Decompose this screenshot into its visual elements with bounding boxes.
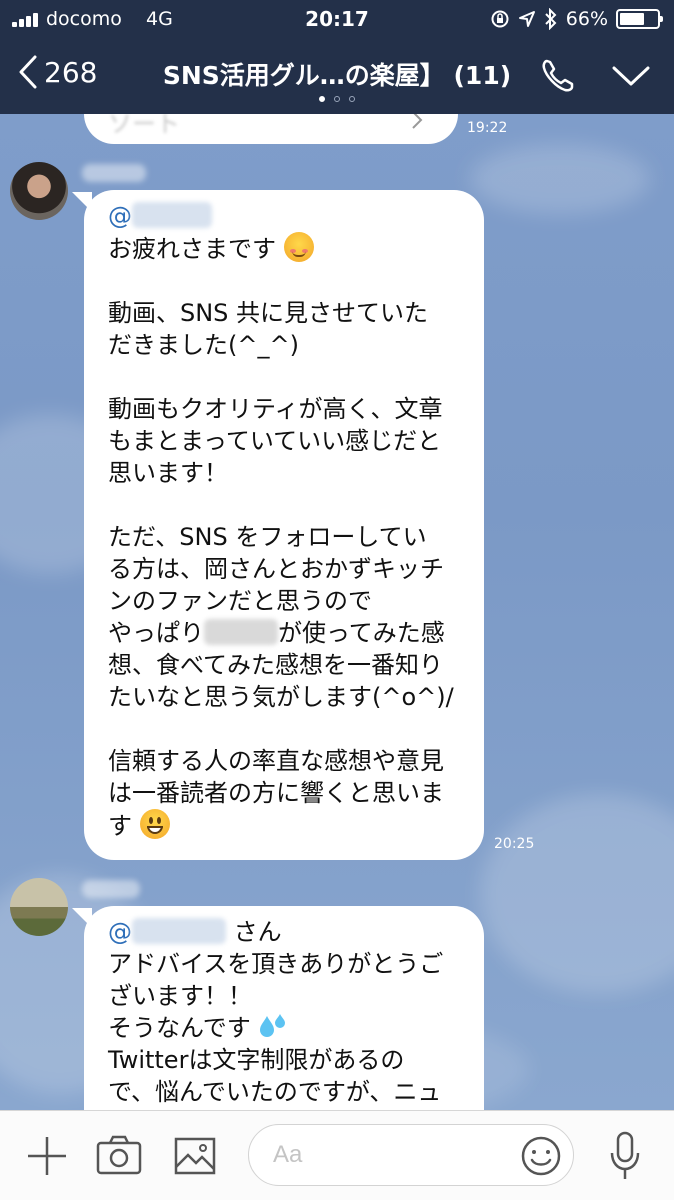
- background-cloud: [470, 144, 650, 214]
- status-icons: 66%: [490, 6, 663, 32]
- bluetooth-icon: [545, 8, 557, 30]
- sender-avatar[interactable]: [10, 878, 68, 936]
- background-cloud: [480, 794, 674, 994]
- grinning-face-emoji: [139, 809, 170, 839]
- message-line: 信頼する人の率直な感想や意見: [108, 747, 444, 775]
- image-icon[interactable]: [174, 1137, 216, 1175]
- plus-icon[interactable]: [26, 1135, 68, 1177]
- phone-call-icon[interactable]: [538, 56, 578, 96]
- sender-name: [82, 880, 140, 898]
- message-line: お疲れさまです: [108, 232, 460, 265]
- message-line: は一番読者の方に響くと思いま: [108, 779, 444, 807]
- message-timestamp: 20:25: [494, 836, 535, 852]
- chat-header: 268 SNS活用グル…の楽屋】 (11): [0, 38, 674, 114]
- message-line: たいなと思う気がします(^o^)/: [108, 683, 454, 711]
- message-line: Twitterは文字制限があるの: [108, 1046, 405, 1074]
- message-line: そうなんです: [108, 1012, 460, 1044]
- message-line: アドバイスを頂きありがとうご: [108, 950, 444, 978]
- mention-at[interactable]: @: [108, 202, 132, 230]
- message-line: る方は、岡さんとおかずキッチ: [108, 555, 444, 583]
- message-line: だきました(^_^): [108, 331, 299, 359]
- message-text: ソート: [108, 114, 180, 138]
- message-line: 動画、SNS 共に見させていた: [108, 299, 429, 327]
- emoji-icon[interactable]: [520, 1135, 562, 1177]
- battery-icon: [616, 9, 663, 29]
- message-line: 想、食べてみた感想を一番知り: [108, 651, 444, 679]
- input-bar: [0, 1110, 674, 1200]
- page-dot: [334, 96, 340, 102]
- redacted-name: [204, 619, 278, 645]
- orientation-lock-icon: [491, 10, 509, 28]
- smiling-face-emoji: [283, 232, 314, 262]
- mention-line: @ さん: [108, 916, 460, 948]
- location-arrow-icon: [518, 11, 535, 27]
- message-line: ざいます！！: [108, 982, 252, 1010]
- message-line: ンのファンだと思うので: [108, 587, 372, 615]
- message-line: もまとまっていていい感じだと: [108, 427, 442, 455]
- mention-name-redacted: [132, 918, 226, 944]
- battery-percent: 66%: [565, 8, 608, 30]
- mention-line: @: [108, 200, 460, 232]
- chat-area[interactable]: ソート 19:22 @ お疲れさまです 動画、SNS 共に見させていた だきまし…: [0, 114, 674, 1110]
- microphone-icon[interactable]: [608, 1131, 642, 1183]
- chevron-down-icon[interactable]: [610, 60, 652, 92]
- message-line: で、悩んでいたのですが、ニュ: [108, 1078, 442, 1106]
- page-dot: [319, 96, 325, 102]
- camera-icon[interactable]: [96, 1135, 142, 1175]
- message-bubble[interactable]: @ さん アドバイスを頂きありがとうご ざいます！！ そうなんです Twitte…: [84, 906, 484, 1110]
- status-bar: docomo 4G 20:17 66%: [0, 0, 674, 38]
- message-bubble[interactable]: @ お疲れさまです 動画、SNS 共に見させていた だきました(^_^) 動画も…: [84, 190, 484, 860]
- sweat-droplets-emoji: [260, 1014, 286, 1037]
- mention-suffix: さん: [233, 918, 282, 946]
- sender-name: [82, 164, 146, 182]
- sender-avatar[interactable]: [10, 162, 68, 220]
- message-bubble[interactable]: ソート: [84, 114, 458, 144]
- message-line: 思います！: [108, 459, 228, 487]
- page-indicator: [0, 96, 674, 102]
- message-line: やっぱり が使ってみた感: [108, 619, 445, 647]
- chevron-right-icon: [412, 114, 423, 129]
- mention-name-redacted: [132, 202, 212, 228]
- message-line: ただ、SNS をフォローしてい: [108, 523, 427, 551]
- message-line: す: [108, 809, 460, 842]
- message-line: 動画もクオリティが高く、文章: [108, 395, 443, 423]
- page-dot: [349, 96, 355, 102]
- message-timestamp: 19:22: [467, 120, 508, 136]
- mention-at[interactable]: @: [108, 918, 132, 946]
